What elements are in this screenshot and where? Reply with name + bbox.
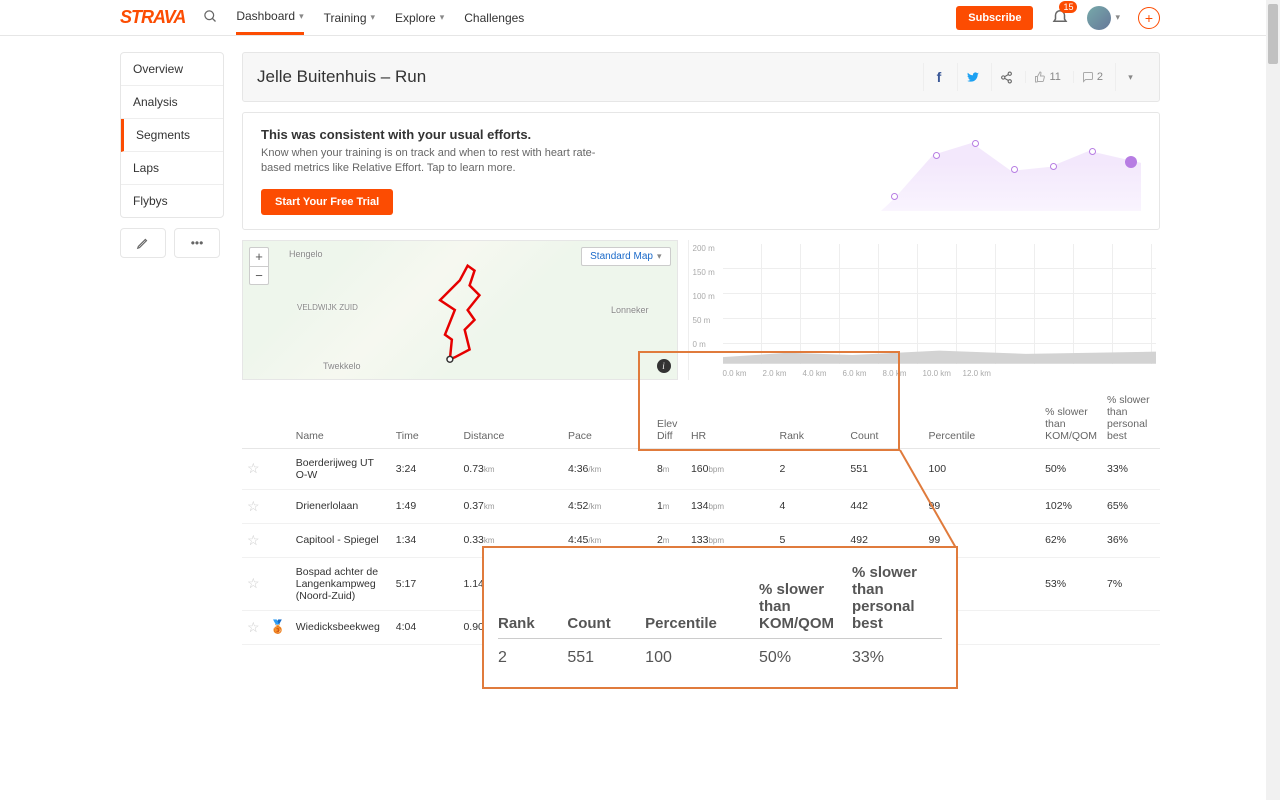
y-tick: 150 m bbox=[693, 268, 715, 277]
nav-dashboard[interactable]: Dashboard▾ bbox=[236, 0, 303, 35]
col-distance[interactable]: Distance bbox=[458, 388, 562, 449]
promo-headline: This was consistent with your usual effo… bbox=[261, 127, 873, 142]
col-count[interactable]: Count bbox=[845, 388, 923, 449]
col-elev[interactable]: Elev Diff bbox=[652, 388, 686, 449]
y-tick: 50 m bbox=[693, 316, 711, 325]
tab-analysis[interactable]: Analysis bbox=[121, 86, 223, 119]
x-tick: 2.0 km bbox=[763, 369, 787, 378]
edit-button[interactable] bbox=[120, 228, 166, 258]
col-hr[interactable]: HR bbox=[686, 388, 775, 449]
free-trial-button[interactable]: Start Your Free Trial bbox=[261, 189, 393, 215]
x-tick: 6.0 km bbox=[843, 369, 867, 378]
x-tick: 4.0 km bbox=[803, 369, 827, 378]
activity-title: Jelle Buitenhuis – Run bbox=[257, 67, 426, 87]
x-tick: 12.0 km bbox=[963, 369, 991, 378]
tab-flybys[interactable]: Flybys bbox=[121, 185, 223, 217]
segment-name: Drienerlolaan bbox=[291, 489, 391, 523]
segment-name: Wiedicksbeekweg bbox=[291, 610, 391, 644]
annotation-callout: Rank Count Percentile % slower than KOM/… bbox=[482, 546, 958, 689]
share-facebook-icon[interactable]: f bbox=[923, 63, 953, 91]
chevron-down-icon: ▾ bbox=[299, 11, 304, 22]
segment-name: Capitool - Spiegel bbox=[291, 523, 391, 557]
table-row[interactable]: ☆Boerderijweg UT O-W3:240.73km4:36/km8m1… bbox=[242, 448, 1160, 489]
segment-name: Bospad achter de Langenkampweg (Noord-Zu… bbox=[291, 557, 391, 610]
profile-menu[interactable]: ▾ bbox=[1087, 6, 1120, 30]
subscribe-button[interactable]: Subscribe bbox=[956, 6, 1033, 30]
add-activity-button[interactable]: + bbox=[1138, 7, 1160, 29]
y-tick: 0 m bbox=[693, 340, 706, 349]
star-icon[interactable]: ☆ bbox=[247, 498, 260, 514]
chevron-down-icon: ▾ bbox=[1115, 12, 1120, 23]
notification-count: 15 bbox=[1059, 1, 1077, 13]
relative-effort-chart bbox=[881, 131, 1141, 211]
chevron-down-icon: ▾ bbox=[440, 12, 445, 23]
star-icon[interactable]: ☆ bbox=[247, 532, 260, 548]
share-twitter-icon[interactable] bbox=[957, 63, 987, 91]
scroll-thumb[interactable] bbox=[1268, 4, 1278, 64]
elevation-chart[interactable]: 200 m 150 m 100 m 50 m 0 m 0.0 km 2.0 km… bbox=[688, 240, 1161, 380]
activity-tabs: Overview Analysis Segments Laps Flybys bbox=[120, 52, 224, 218]
col-rank[interactable]: Rank bbox=[774, 388, 845, 449]
col-kom[interactable]: % slower than KOM/QOM bbox=[1040, 388, 1102, 449]
star-icon[interactable]: ☆ bbox=[247, 575, 260, 591]
nav-challenges[interactable]: Challenges bbox=[464, 2, 524, 34]
table-row[interactable]: ☆Drienerlolaan1:490.37km4:52/km1m134bpm4… bbox=[242, 489, 1160, 523]
col-percentile[interactable]: Percentile bbox=[924, 388, 1041, 449]
tab-laps[interactable]: Laps bbox=[121, 152, 223, 185]
nav-explore[interactable]: Explore▾ bbox=[395, 2, 444, 34]
chevron-down-icon: ▾ bbox=[371, 12, 376, 23]
main-nav: Dashboard▾ Training▾ Explore▾ Challenges bbox=[236, 0, 524, 35]
medal-icon: 🥉 bbox=[270, 619, 286, 634]
star-icon[interactable]: ☆ bbox=[247, 619, 260, 635]
col-pb[interactable]: % slower than personal best bbox=[1102, 388, 1160, 449]
y-tick: 100 m bbox=[693, 292, 715, 301]
col-time[interactable]: Time bbox=[391, 388, 459, 449]
kudos-button[interactable]: 11 bbox=[1025, 71, 1068, 83]
avatar bbox=[1087, 6, 1111, 30]
activity-header: Jelle Buitenhuis – Run f 11 2 ▾ bbox=[242, 52, 1160, 102]
promo-body: Know when your training is on track and … bbox=[261, 146, 621, 177]
notifications-icon[interactable]: 15 bbox=[1051, 7, 1069, 28]
col-name[interactable]: Name bbox=[291, 388, 391, 449]
search-icon[interactable] bbox=[203, 9, 218, 27]
route-path bbox=[243, 241, 677, 379]
activity-menu[interactable]: ▾ bbox=[1115, 63, 1145, 91]
route-map[interactable]: + − Standard Map▾ Hengelo VELDWIJK ZUID … bbox=[242, 240, 678, 380]
nav-training[interactable]: Training▾ bbox=[324, 2, 375, 34]
map-info-icon[interactable]: i bbox=[657, 359, 671, 373]
tab-overview[interactable]: Overview bbox=[121, 53, 223, 86]
x-tick: 0.0 km bbox=[723, 369, 747, 378]
y-tick: 200 m bbox=[693, 244, 715, 253]
more-actions-button[interactable]: ••• bbox=[174, 228, 220, 258]
x-tick: 8.0 km bbox=[883, 369, 907, 378]
col-pace[interactable]: Pace bbox=[563, 388, 652, 449]
segment-name: Boerderijweg UT O-W bbox=[291, 448, 391, 489]
tab-segments[interactable]: Segments bbox=[121, 119, 223, 152]
scrollbar[interactable] bbox=[1266, 0, 1280, 800]
share-icon[interactable] bbox=[991, 63, 1021, 91]
star-icon[interactable]: ☆ bbox=[247, 460, 260, 476]
x-tick: 10.0 km bbox=[923, 369, 951, 378]
comments-button[interactable]: 2 bbox=[1073, 71, 1111, 83]
logo[interactable]: STRAVA bbox=[120, 7, 185, 28]
